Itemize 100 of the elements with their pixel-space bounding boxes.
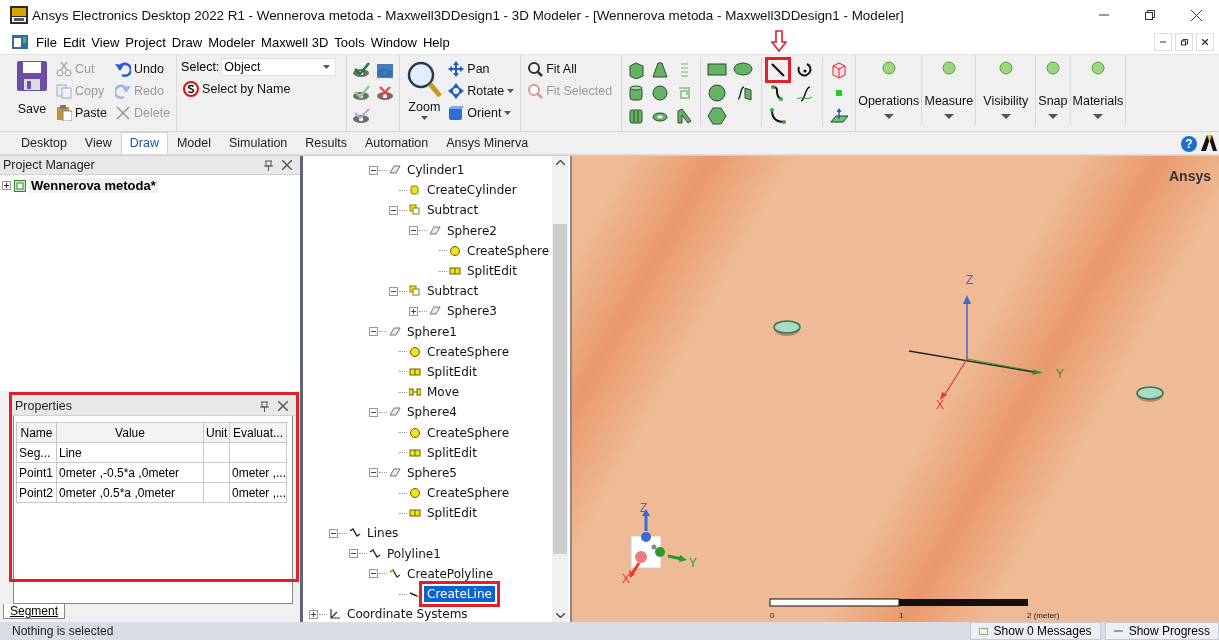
tree-item[interactable]: CreateSphere [464,242,553,259]
rotate-button[interactable]: Rotate [446,80,517,101]
tree-item[interactable]: CreateSphere [424,485,513,502]
tree-item[interactable]: SplitEdit [424,444,480,461]
panel-tab[interactable]: Segment [3,604,66,619]
draw-circle-button[interactable] [707,83,728,103]
select-dropdown[interactable]: Object [221,58,337,76]
tree-item[interactable]: Sphere1 [404,323,460,340]
draw-line-button[interactable] [768,60,789,80]
ribbon-tab[interactable]: Model [167,132,220,154]
column-header: Name [16,422,57,443]
tree-item[interactable]: SplitEdit [424,363,480,380]
draw-plane-button[interactable] [829,106,850,126]
show-progress-button[interactable]: Show Progress [1104,622,1219,640]
ribbon-tab[interactable]: View [75,132,121,154]
draw-cone-button[interactable] [650,60,671,80]
tree-item[interactable]: Polyline1 [384,545,444,562]
tree-item[interactable]: Sphere2 [444,222,500,239]
show-button[interactable] [351,60,372,80]
ribbon-tab[interactable]: Simulation [219,132,297,154]
table-cell: 0meter ,0.5*a ,0meter [56,482,204,503]
paste-button[interactable]: Paste [54,102,109,123]
ribbon-menu-button[interactable]: Operations [856,55,923,125]
sphere-icon [651,84,670,102]
menu-item[interactable]: View [88,32,123,52]
ribbon-menu-button[interactable]: Visibility [976,55,1037,125]
orient-button[interactable]: Orient [446,102,517,123]
ribbon-menu-button[interactable]: Measure [922,55,977,125]
menu-item[interactable]: Modeler [205,32,259,52]
scrollbar-thumb[interactable] [553,224,567,554]
tree-item[interactable]: Coordinate Systems [344,606,471,622]
hide-selected-button[interactable] [351,106,372,126]
tree-item[interactable]: SplitEdit [464,263,520,280]
draw-sphere-button[interactable] [650,83,671,103]
pan-icon [448,60,465,77]
table-cell: 0meter ,... [229,482,287,503]
circle-icon [941,61,956,75]
tree-item[interactable]: Cylinder1 [404,162,468,179]
menu-item[interactable]: Project [122,32,169,52]
menu-item[interactable]: Window [367,32,420,52]
ribbon-tab[interactable]: Automation [356,132,438,154]
point-icon [836,90,843,96]
subtract-icon [409,204,421,217]
circle-icon [881,61,896,75]
ribbon-tab[interactable]: Ansys Minerva [437,132,538,154]
tree-item[interactable]: Sphere5 [404,464,460,481]
fit-all-button[interactable]: Fit All [525,58,615,79]
ribbon-tab[interactable]: Desktop [12,132,76,154]
tree-item[interactable]: CreatePolyline [404,565,497,582]
tree-item[interactable]: Sphere3 [444,303,500,320]
show-selected-button[interactable] [351,83,372,103]
draw-polygon-button[interactable] [707,106,728,126]
messages-icon [978,627,988,635]
column-header: Evaluat... [229,422,287,443]
scroll-down-icon [555,613,565,618]
tree-item[interactable]: CreateSphere [424,343,513,360]
draw-box-button[interactable] [626,60,647,80]
tree-item[interactable]: CreateCylinder [424,182,520,199]
select-by-name-button[interactable]: Select by Name [181,80,293,98]
select-by-name-icon [183,81,200,97]
help-button[interactable]: ? [1181,136,1197,152]
tree-item[interactable]: Subtract [424,202,482,219]
menu-item[interactable]: Maxwell 3D [258,32,332,52]
restore-button[interactable] [1175,33,1193,51]
menu-item[interactable]: Tools [331,32,368,52]
project-icon [14,179,26,192]
undo-button[interactable]: Undo [112,58,173,79]
curve-icon [769,107,788,125]
menu-item[interactable]: Draw [168,32,206,52]
tree-item[interactable]: SplitEdit [424,505,480,522]
restore-icon [1145,10,1155,20]
tree-item[interactable]: Sphere4 [404,404,460,421]
ansys-logo-icon [1201,134,1217,152]
eye-icon [352,107,371,125]
menu-item[interactable]: File [33,32,60,52]
draw-curve-button[interactable] [768,106,789,126]
ribbon-menu-button[interactable]: Materials [1070,55,1127,125]
menu-item[interactable]: Edit [59,32,89,52]
split-edit-icon [409,446,421,459]
tree-item[interactable]: Move [424,384,463,401]
tree-item[interactable]: Lines [364,525,402,542]
caret-icon [507,88,515,93]
project-tree-item[interactable]: Wennerova metoda* [29,178,158,193]
zoom-button[interactable]: Zoom [404,58,445,122]
pan-button[interactable]: Pan [446,58,517,79]
save-button[interactable]: Save [14,58,50,118]
table-cell: 0meter ,-0.5*a ,0meter [56,462,204,483]
show-messages-button[interactable]: Show 0 Messages [969,622,1101,640]
tree-item[interactable]: CreateSphere [424,424,513,441]
hide-button[interactable] [375,83,396,103]
ribbon-tab[interactable]: Results [296,132,356,154]
draw-equation-curve-button[interactable] [794,83,815,103]
axis-label: Y [689,556,697,570]
ribbon-tab[interactable]: Draw [120,132,168,154]
menu-item[interactable]: Help [419,32,453,52]
circle-icon [1090,61,1105,75]
cut-icon [56,60,72,77]
close-button[interactable] [1196,33,1214,51]
ribbon-menu-button[interactable]: Snap [1036,55,1071,125]
tree-item[interactable]: Subtract [424,283,482,300]
